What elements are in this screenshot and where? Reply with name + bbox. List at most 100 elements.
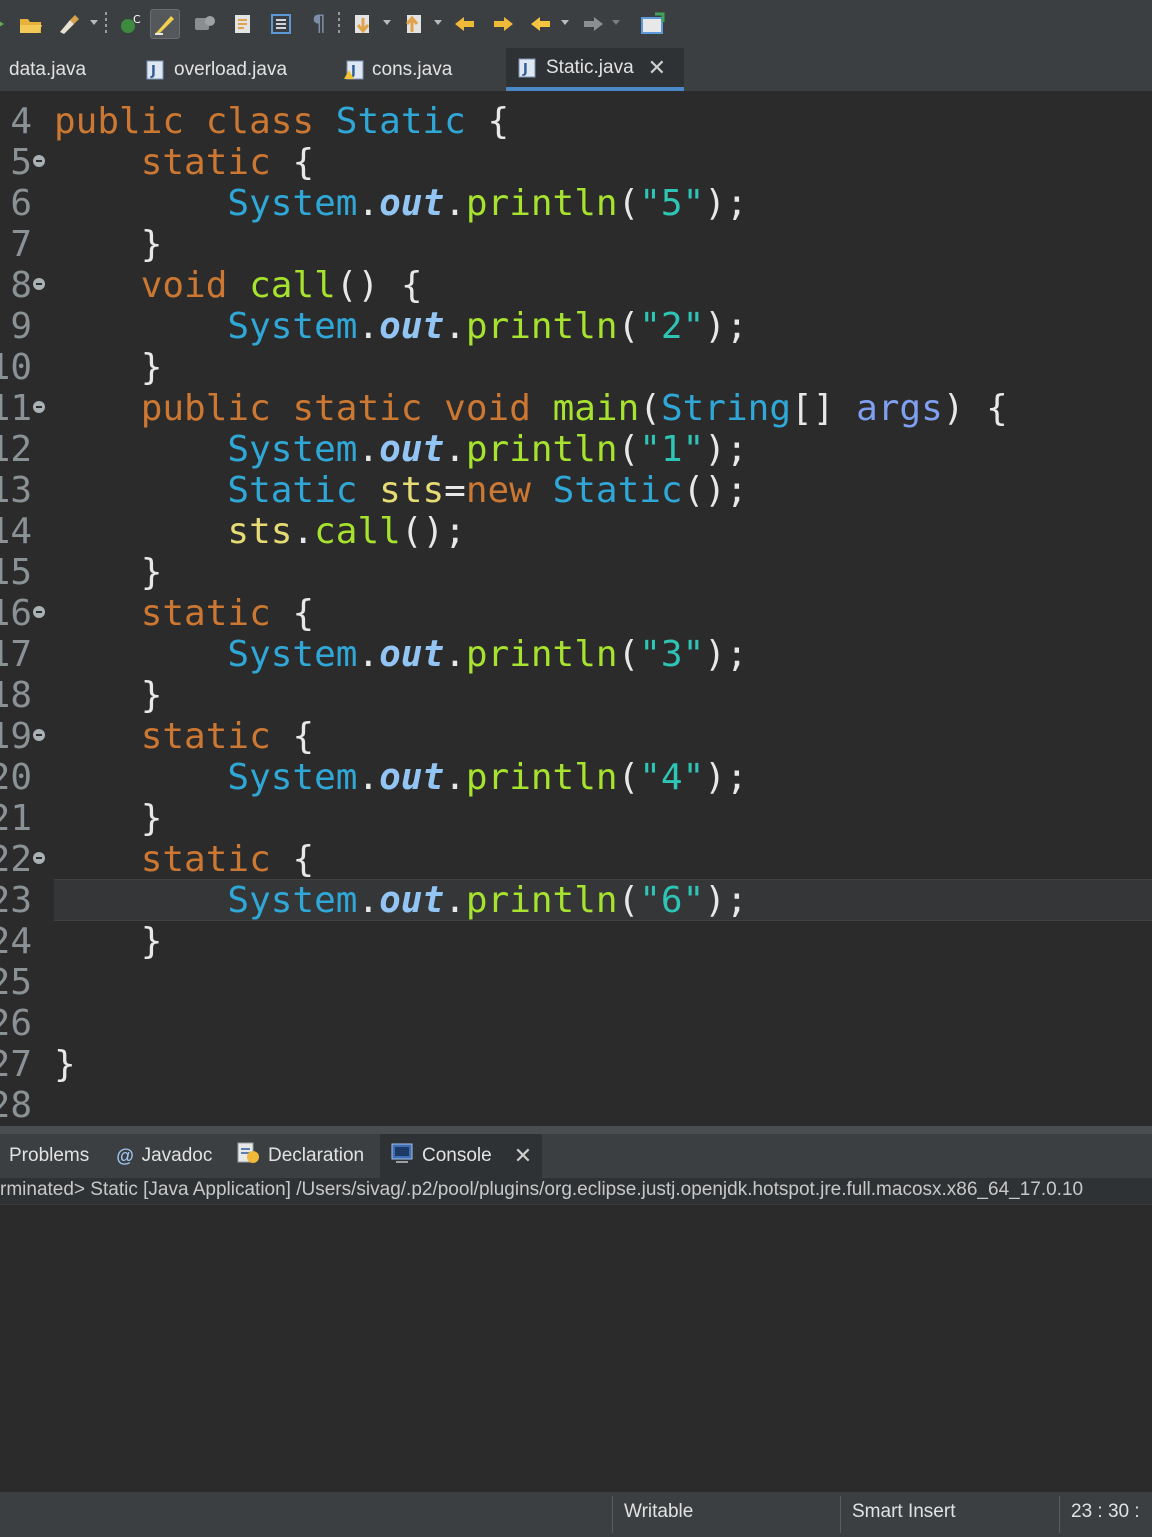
- chevron-down-icon[interactable]: [561, 20, 569, 25]
- next-edit-location-icon[interactable]: [488, 9, 518, 39]
- code-line[interactable]: 24 }: [0, 921, 1152, 962]
- code-line[interactable]: 27}: [0, 1044, 1152, 1085]
- editor-tab-static-java[interactable]: J Static.java ✕: [506, 48, 684, 91]
- java-file-warning-icon: J: [344, 60, 364, 80]
- code-line[interactable]: 4 public class Static {: [0, 101, 1152, 142]
- line-number: 27: [0, 1044, 32, 1085]
- chevron-down-icon[interactable]: [90, 20, 98, 25]
- forward-arrow-icon[interactable]: [578, 9, 608, 39]
- code-line[interactable]: 6 System.out.println("5");: [0, 183, 1152, 224]
- code-text: System.out.println("4");: [227, 757, 748, 798]
- status-divider: [840, 1496, 841, 1533]
- code-line[interactable]: 14 sts.call();: [0, 511, 1152, 552]
- code-editor[interactable]: 4 public class Static {5 static {6 System…: [0, 92, 1152, 1125]
- status-insert-mode: Smart Insert: [852, 1501, 956, 1522]
- code-text: }: [140, 675, 163, 716]
- bottom-panel-tab-bar: Problems @ Javadoc Declaration Console ✕: [0, 1126, 1152, 1178]
- code-line[interactable]: 16 static {: [0, 593, 1152, 634]
- line-number: 14: [0, 511, 32, 552]
- code-line[interactable]: 28: [0, 1085, 1152, 1125]
- status-cursor-position: 23 : 30 :: [1071, 1501, 1140, 1522]
- svg-text:J: J: [150, 64, 156, 79]
- close-icon[interactable]: ✕: [514, 1143, 532, 1169]
- editor-tab-label: data.java: [9, 58, 87, 80]
- main-toolbar: C ¶: [0, 0, 1152, 49]
- code-line[interactable]: 18 }: [0, 675, 1152, 716]
- open-folder-icon[interactable]: [16, 9, 46, 39]
- code-text: System.out.println("6");: [227, 880, 748, 921]
- highlight-pen-icon[interactable]: [150, 9, 180, 39]
- line-number: 15: [0, 552, 32, 593]
- previous-annotation-icon[interactable]: [398, 9, 428, 39]
- toolbar-separator: [105, 12, 107, 36]
- code-line[interactable]: 7 }: [0, 224, 1152, 265]
- code-line[interactable]: 23 System.out.println("6");: [0, 880, 1152, 921]
- code-line[interactable]: 19 static {: [0, 716, 1152, 757]
- fold-toggle-icon[interactable]: [33, 401, 45, 413]
- brush-icon[interactable]: [54, 9, 84, 39]
- java-file-icon: J: [518, 58, 536, 78]
- code-line[interactable]: 10 }: [0, 347, 1152, 388]
- editor-tab-label: cons.java: [372, 58, 453, 80]
- tab-console[interactable]: Console ✕: [380, 1134, 543, 1178]
- code-text: System.out.println("3");: [227, 634, 748, 675]
- fold-toggle-icon[interactable]: [33, 729, 45, 741]
- line-number: 12: [0, 429, 32, 470]
- svg-text:C: C: [133, 13, 141, 26]
- console-output[interactable]: [0, 1205, 1152, 1491]
- code-text: }: [140, 224, 163, 265]
- block-selection-icon[interactable]: [266, 9, 296, 39]
- code-line[interactable]: 21 }: [0, 798, 1152, 839]
- tab-problems[interactable]: Problems: [9, 1134, 89, 1178]
- close-icon[interactable]: ✕: [648, 55, 666, 81]
- editor-tab-label: overload.java: [174, 58, 288, 80]
- console-icon: [390, 1142, 414, 1170]
- code-text: public static void main(String[] args) {: [140, 388, 1008, 429]
- status-writable: Writable: [624, 1501, 694, 1522]
- fold-toggle-icon[interactable]: [33, 606, 45, 618]
- code-text: public class Static {: [54, 101, 510, 142]
- show-whitespace-icon[interactable]: ¶: [304, 9, 334, 39]
- code-line[interactable]: 17 System.out.println("3");: [0, 634, 1152, 675]
- code-line[interactable]: 22 static {: [0, 839, 1152, 880]
- edit-document-icon[interactable]: [228, 9, 258, 39]
- toggle-breadcrumb-icon[interactable]: [190, 9, 220, 39]
- tab-declaration[interactable]: Declaration: [236, 1134, 364, 1178]
- line-number: 6: [10, 183, 32, 224]
- code-line[interactable]: 25: [0, 962, 1152, 1003]
- code-line[interactable]: 11 public static void main(String[] args…: [0, 388, 1152, 429]
- open-perspective-icon[interactable]: [638, 9, 668, 39]
- code-line[interactable]: 13 Static sts=new Static();: [0, 470, 1152, 511]
- chevron-down-icon[interactable]: [434, 20, 442, 25]
- line-number: 22: [0, 839, 32, 880]
- code-line[interactable]: 9 System.out.println("2");: [0, 306, 1152, 347]
- line-number: 10: [0, 347, 32, 388]
- fold-toggle-icon[interactable]: [33, 155, 45, 167]
- status-divider: [1059, 1496, 1060, 1533]
- fold-toggle-icon[interactable]: [33, 852, 45, 864]
- run-icon[interactable]: [0, 9, 16, 39]
- editor-tab-data-java[interactable]: data.java: [9, 48, 86, 91]
- chevron-down-icon[interactable]: [612, 20, 620, 25]
- code-line[interactable]: 20 System.out.println("4");: [0, 757, 1152, 798]
- next-annotation-icon[interactable]: [348, 9, 378, 39]
- fold-toggle-icon[interactable]: [33, 278, 45, 290]
- new-class-icon[interactable]: C: [116, 9, 146, 39]
- code-line[interactable]: 15 }: [0, 552, 1152, 593]
- line-number: 26: [0, 1003, 32, 1044]
- code-line[interactable]: 12 System.out.println("1");: [0, 429, 1152, 470]
- line-number: 16: [0, 593, 32, 634]
- code-line[interactable]: 26: [0, 1003, 1152, 1044]
- back-arrow-icon[interactable]: [526, 9, 556, 39]
- code-text: System.out.println("5");: [227, 183, 748, 224]
- last-edit-location-icon[interactable]: [450, 9, 480, 39]
- code-text: }: [140, 921, 163, 962]
- editor-tab-overload-java[interactable]: J overload.java: [146, 48, 287, 91]
- editor-tab-cons-java[interactable]: J cons.java: [344, 48, 452, 91]
- chevron-down-icon[interactable]: [383, 20, 391, 25]
- tab-label: Problems: [9, 1145, 90, 1166]
- code-line[interactable]: 8 void call() {: [0, 265, 1152, 306]
- code-text: System.out.println("1");: [227, 429, 748, 470]
- tab-javadoc[interactable]: @ Javadoc: [116, 1134, 212, 1178]
- code-line[interactable]: 5 static {: [0, 142, 1152, 183]
